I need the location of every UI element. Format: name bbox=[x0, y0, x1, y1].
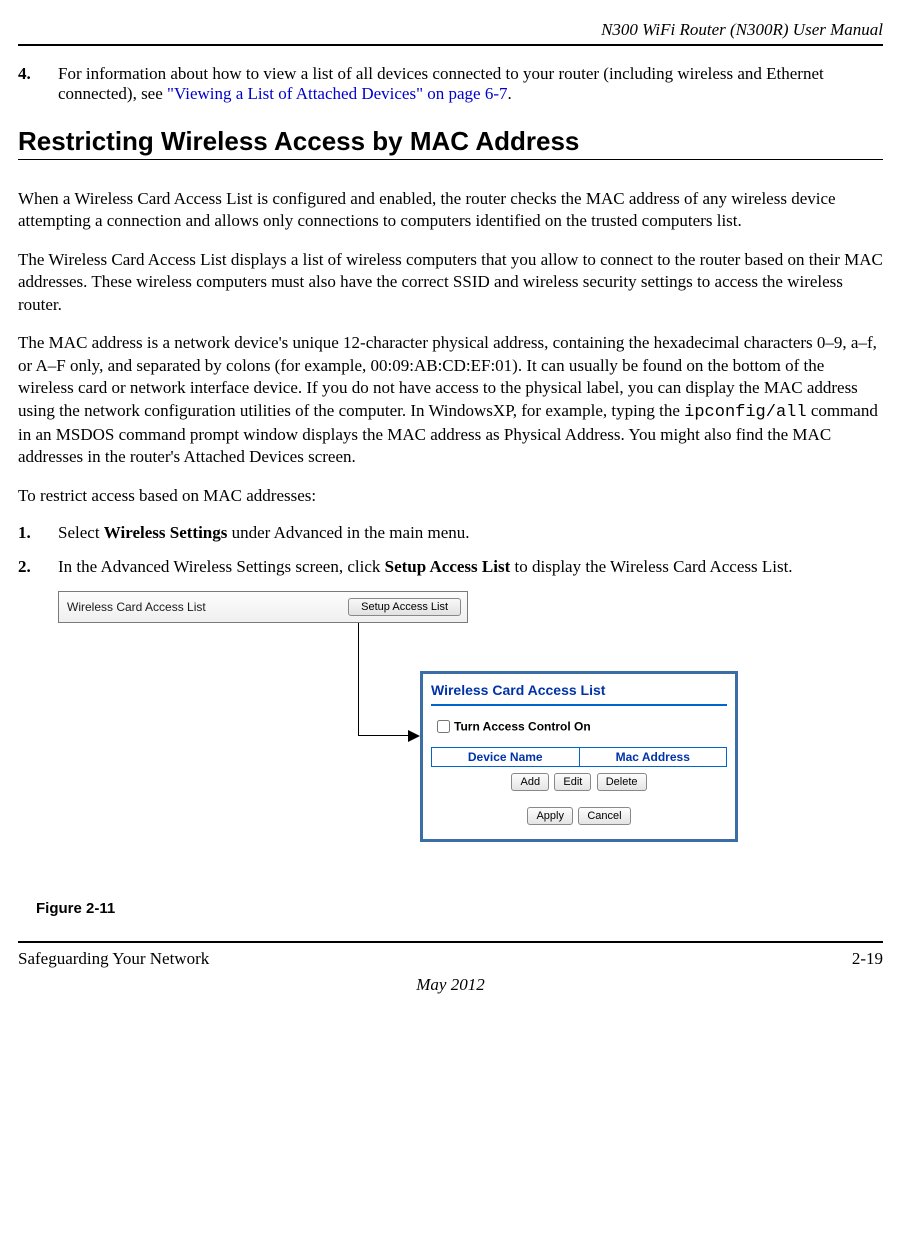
step-1-c: under Advanced in the main menu. bbox=[227, 523, 469, 542]
footer-page-number: 2-19 bbox=[852, 949, 883, 969]
footer-row: Safeguarding Your Network 2-19 bbox=[18, 949, 883, 969]
header-rule bbox=[18, 44, 883, 46]
command-text: ipconfig/all bbox=[684, 403, 806, 422]
figure-2-11: Wireless Card Access List Setup Access L… bbox=[58, 591, 778, 896]
step-4-text-b: . bbox=[508, 84, 512, 103]
device-table: Device Name Mac Address bbox=[431, 747, 727, 767]
section-heading: Restricting Wireless Access by MAC Addre… bbox=[18, 126, 883, 157]
edit-button[interactable]: Edit bbox=[554, 773, 591, 791]
doc-header-title: N300 WiFi Router (N300R) User Manual bbox=[18, 20, 883, 40]
row-add-edit-delete: Add Edit Delete bbox=[431, 773, 727, 791]
arrow-head-icon bbox=[408, 730, 420, 742]
step-1: 1. Select Wireless Settings under Advanc… bbox=[58, 523, 883, 543]
arrow-horizontal bbox=[358, 735, 412, 736]
wireless-card-access-list-dialog: Wireless Card Access List Turn Access Co… bbox=[420, 671, 738, 842]
footer-left: Safeguarding Your Network bbox=[18, 949, 209, 969]
access-list-strip: Wireless Card Access List Setup Access L… bbox=[58, 591, 468, 623]
paragraph-1: When a Wireless Card Access List is conf… bbox=[18, 188, 883, 233]
arrow-vertical bbox=[358, 623, 359, 735]
paragraph-4: To restrict access based on MAC addresse… bbox=[18, 485, 883, 507]
step-2-a: In the Advanced Wireless Settings screen… bbox=[58, 557, 385, 576]
step-4: 4. For information about how to view a l… bbox=[58, 64, 883, 104]
step-2-bold: Setup Access List bbox=[385, 557, 511, 576]
paragraph-3: The MAC address is a network device's un… bbox=[18, 332, 883, 469]
step-1-a: Select bbox=[58, 523, 104, 542]
footer-rule bbox=[18, 941, 883, 943]
figure-caption: Figure 2-11 bbox=[36, 900, 883, 917]
step-2: 2. In the Advanced Wireless Settings scr… bbox=[58, 557, 883, 577]
step-2-c: to display the Wireless Card Access List… bbox=[510, 557, 792, 576]
cross-reference-link[interactable]: "Viewing a List of Attached Devices" on … bbox=[167, 84, 507, 103]
delete-button[interactable]: Delete bbox=[597, 773, 647, 791]
table-header-row: Device Name Mac Address bbox=[432, 748, 727, 767]
setup-access-list-button[interactable]: Setup Access List bbox=[348, 598, 461, 616]
section-rule bbox=[18, 159, 883, 160]
dialog-rule bbox=[431, 704, 727, 706]
step-1-bold: Wireless Settings bbox=[104, 523, 228, 542]
add-button[interactable]: Add bbox=[511, 773, 549, 791]
strip-label: Wireless Card Access List bbox=[59, 600, 348, 614]
col-device-name: Device Name bbox=[432, 748, 580, 767]
step-2-number: 2. bbox=[18, 557, 48, 577]
row-apply-cancel: Apply Cancel bbox=[431, 807, 727, 825]
step-4-number: 4. bbox=[18, 64, 48, 84]
turn-access-control-row: Turn Access Control On bbox=[433, 718, 727, 737]
step-1-number: 1. bbox=[18, 523, 48, 543]
paragraph-2: The Wireless Card Access List displays a… bbox=[18, 249, 883, 316]
turn-access-control-checkbox[interactable] bbox=[437, 720, 450, 733]
cancel-button[interactable]: Cancel bbox=[578, 807, 630, 825]
col-mac-address: Mac Address bbox=[579, 748, 727, 767]
turn-access-control-label: Turn Access Control On bbox=[454, 720, 591, 734]
footer-date: May 2012 bbox=[18, 975, 883, 995]
dialog-title: Wireless Card Access List bbox=[431, 682, 727, 698]
apply-button[interactable]: Apply bbox=[527, 807, 573, 825]
